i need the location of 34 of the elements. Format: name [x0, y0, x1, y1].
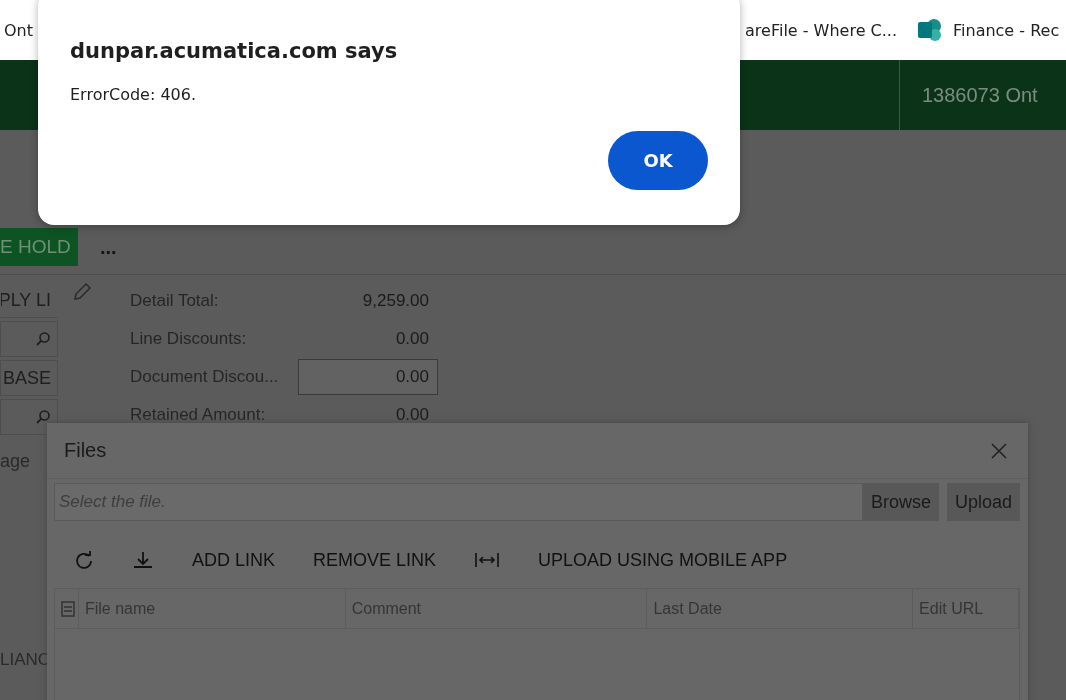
dialog-title: Files: [64, 439, 107, 462]
ok-button[interactable]: OK: [608, 131, 708, 190]
text-field[interactable]: BASE: [0, 360, 58, 396]
bookmark-link[interactable]: areFile - Where C...: [745, 20, 897, 40]
save-icon: [61, 600, 75, 617]
upload-button[interactable]: Upload: [946, 483, 1020, 521]
bookmark-link[interactable]: Finance - Rec: [953, 20, 1060, 40]
alert-message: ErrorCode: 406.: [70, 85, 198, 104]
pencil-icon[interactable]: [72, 282, 92, 302]
toolbar-button[interactable]: UPLOAD USING MOBILE APP: [538, 549, 788, 571]
download-icon: [132, 550, 154, 570]
hold-button[interactable]: E HOLD: [0, 228, 78, 266]
bookmark-link[interactable]: Ont: [4, 20, 33, 40]
close-button[interactable]: [990, 441, 1008, 460]
amount-value: 0.00: [394, 404, 430, 426]
refresh-icon: [74, 550, 94, 570]
site-icon: [917, 17, 943, 43]
amount-value: 0.00: [394, 328, 430, 350]
download-button[interactable]: [132, 550, 154, 570]
amount-field[interactable]: 0.00: [298, 359, 438, 395]
company-name[interactable]: 1386073 Ont: [899, 60, 1066, 130]
more-actions[interactable]: ...: [100, 235, 117, 259]
alert-title: dunpar.acumatica.com says: [70, 39, 399, 63]
toolbar-button[interactable]: ADD LINK: [192, 549, 276, 571]
amount-value: 9,259.00: [361, 290, 430, 312]
fit-button[interactable]: [474, 550, 501, 570]
fit-columns-icon: [474, 550, 501, 570]
search-icon[interactable]: [35, 409, 51, 425]
lookup-field[interactable]: [0, 321, 58, 357]
lookup-field[interactable]: [0, 399, 58, 435]
refresh-button[interactable]: [74, 550, 94, 570]
browse-button[interactable]: Browse: [862, 483, 939, 521]
toolbar-button[interactable]: REMOVE LINK: [313, 549, 437, 571]
search-icon[interactable]: [35, 331, 51, 347]
